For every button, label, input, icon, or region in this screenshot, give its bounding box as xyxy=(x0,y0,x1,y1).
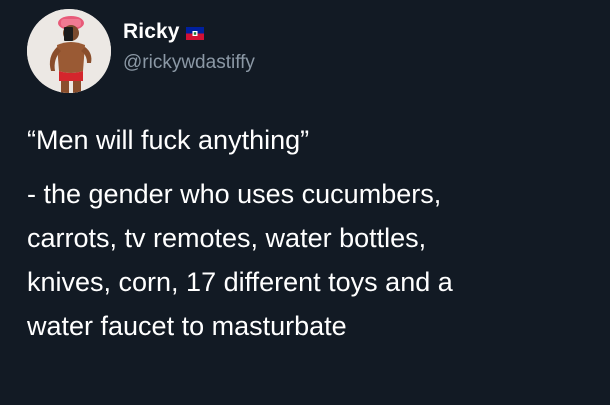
avatar[interactable] xyxy=(27,9,111,93)
tweet-text-line: - the gender who uses cucumbers, xyxy=(27,179,442,209)
haiti-flag-icon xyxy=(185,26,204,40)
tweet-text-line: water faucet to masturbate xyxy=(27,311,347,341)
tweet-text-line: carrots, tv remotes, water bottles, xyxy=(27,223,427,253)
author-name-row: Ricky xyxy=(123,20,204,44)
tweet-card: Ricky @rickywdastiffy “Men will fuck any… xyxy=(0,0,610,405)
profile-photo-icon xyxy=(27,9,111,93)
tweet-text: “Men will fuck anything” - the gender wh… xyxy=(27,118,587,348)
display-name[interactable]: Ricky xyxy=(123,20,180,44)
author-handle[interactable]: @rickywdastiffy xyxy=(123,52,255,74)
tweet-text-line: knives, corn, 17 different toys and a xyxy=(27,267,453,297)
tweet-quote-line: “Men will fuck anything” xyxy=(27,125,310,155)
